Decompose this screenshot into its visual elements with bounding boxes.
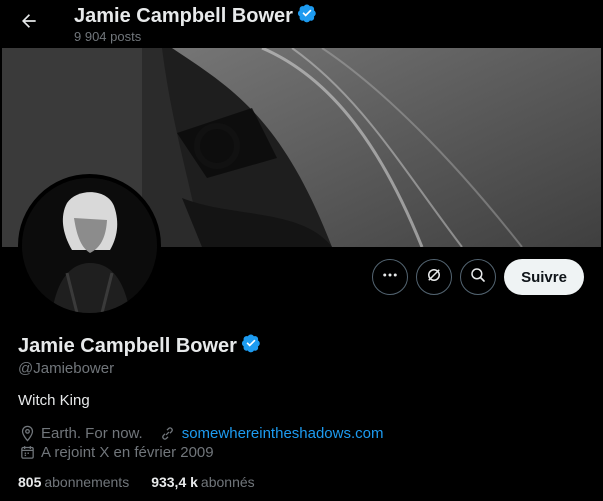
- search-icon: [469, 266, 487, 289]
- profile-handle: @Jamiebower: [18, 360, 115, 377]
- verified-badge-icon[interactable]: [241, 333, 261, 359]
- profile-stats: 805 abonnements 933,4 k abonnés: [18, 474, 255, 490]
- following-stat[interactable]: 805 abonnements: [18, 474, 129, 490]
- profile-website-link[interactable]: somewhereintheshadows.com: [182, 425, 384, 442]
- profile-name-text: Jamie Campbell Bower: [18, 334, 237, 357]
- profile-avatar[interactable]: [18, 174, 161, 317]
- back-arrow-icon: [19, 11, 39, 36]
- header-title: Jamie Campbell Bower: [74, 3, 317, 29]
- search-button[interactable]: [460, 259, 496, 295]
- following-label: abonnements: [44, 474, 130, 490]
- followers-count: 933,4 k: [151, 474, 198, 490]
- profile-meta-location-row: Earth. For now. somewhereintheshadows.co…: [18, 424, 384, 442]
- more-icon: [381, 266, 399, 289]
- followers-label: abonnés: [200, 474, 255, 490]
- location-icon: [18, 424, 36, 442]
- profile-joined-date: A rejoint X en février 2009: [41, 443, 214, 461]
- grok-icon: [425, 266, 443, 289]
- profile-meta-joined-row: A rejoint X en février 2009: [18, 443, 214, 461]
- back-button[interactable]: [12, 6, 46, 40]
- header-name: Jamie Campbell Bower: [74, 4, 293, 27]
- more-button[interactable]: [372, 259, 408, 295]
- followers-stat[interactable]: 933,4 k abonnés: [151, 474, 254, 490]
- following-count: 805: [18, 474, 42, 490]
- follow-button[interactable]: Suivre: [504, 259, 584, 295]
- top-bar: Jamie Campbell Bower 9 904 posts: [0, 0, 603, 48]
- profile-name: Jamie Campbell Bower: [18, 333, 261, 359]
- profile-location: Earth. For now.: [41, 424, 143, 442]
- post-count: 9 904 posts: [74, 29, 142, 44]
- verified-badge-icon: [297, 3, 317, 29]
- calendar-icon: [18, 443, 36, 461]
- profile-bio: Witch King: [18, 392, 90, 409]
- link-icon: [159, 424, 177, 442]
- grok-button[interactable]: [416, 259, 452, 295]
